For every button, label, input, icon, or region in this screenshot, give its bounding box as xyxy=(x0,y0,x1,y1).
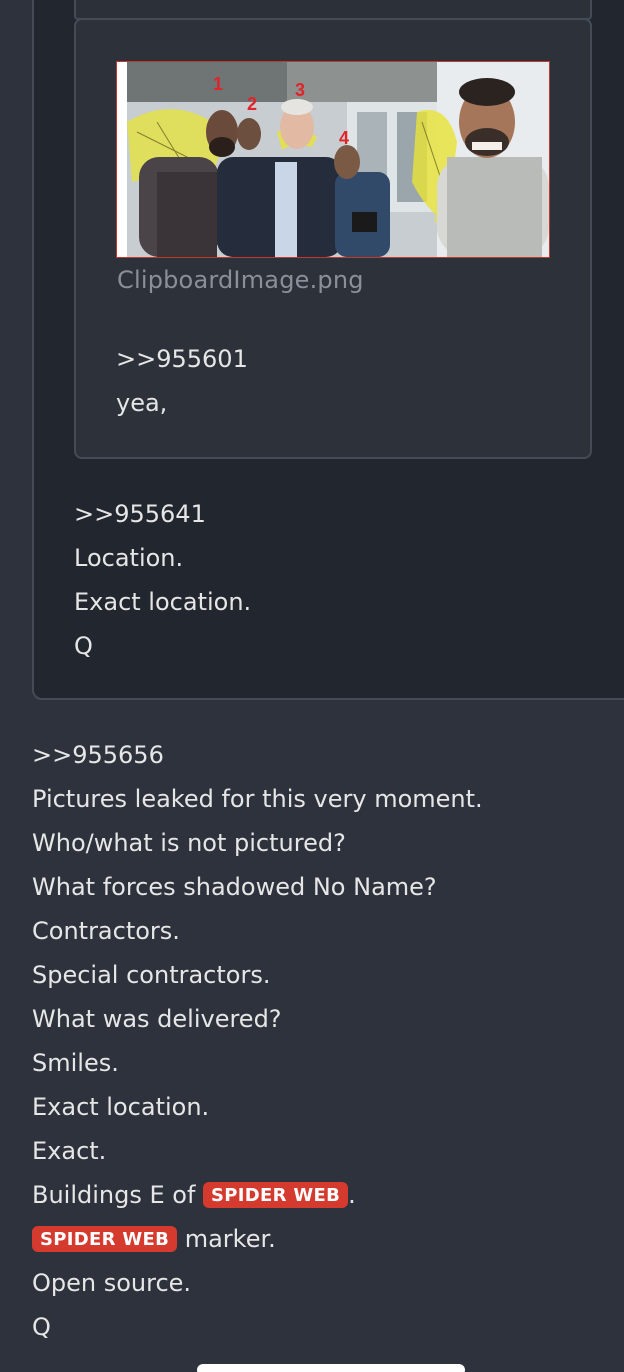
main-post-text-line: Who/what is not pictured? xyxy=(32,829,346,857)
outer-post-signature: Q xyxy=(74,632,93,660)
inner-post-text: yea, xyxy=(116,389,168,417)
annotation-3: 3 xyxy=(295,80,305,100)
post-image-graphic: 1 2 3 4 xyxy=(117,62,549,257)
main-post-signature: Q xyxy=(32,1313,51,1341)
outer-post-text-line: Location. xyxy=(74,544,184,572)
main-post-buildings-line: Buildings E of SPIDER WEB. xyxy=(32,1180,356,1210)
main-post-text-line: What forces shadowed No Name? xyxy=(32,873,437,901)
main-post-marker-line: SPIDER WEB marker. xyxy=(32,1224,276,1254)
main-post-reply-link[interactable]: >>955656 xyxy=(32,740,164,770)
quoted-post-header-strip xyxy=(74,0,592,20)
inner-post-reply-link[interactable]: >>955601 xyxy=(116,344,248,374)
main-post-text-line: Exact location. xyxy=(32,1093,210,1121)
home-indicator[interactable] xyxy=(197,1364,465,1372)
page: 1 2 3 4 ClipboardImage.png >>955601 yea,… xyxy=(0,0,624,1372)
spider-web-badge: SPIDER WEB xyxy=(203,1182,349,1208)
main-post-text-line: Open source. xyxy=(32,1269,192,1297)
outer-post-reply-link[interactable]: >>955641 xyxy=(74,499,206,529)
buildings-suffix: . xyxy=(348,1181,356,1209)
post-image[interactable]: 1 2 3 4 xyxy=(116,61,550,258)
annotation-1: 1 xyxy=(213,74,223,94)
buildings-prefix: Buildings E of xyxy=(32,1181,204,1209)
main-post-text-line: Smiles. xyxy=(32,1049,119,1077)
image-filename-link[interactable]: ClipboardImage.png xyxy=(117,266,364,294)
main-post-text-line: Contractors. xyxy=(32,917,180,945)
main-post-text-line: Pictures leaked for this very moment. xyxy=(32,785,483,813)
spider-web-badge: SPIDER WEB xyxy=(32,1226,178,1252)
main-post-text-line: Exact. xyxy=(32,1137,107,1165)
main-post-text-line: Special contractors. xyxy=(32,961,271,989)
annotation-4: 4 xyxy=(339,128,349,148)
outer-post-text-line: Exact location. xyxy=(74,588,252,616)
marker-suffix: marker. xyxy=(177,1225,276,1253)
main-post-text-line: What was delivered? xyxy=(32,1005,282,1033)
annotation-2: 2 xyxy=(247,94,257,114)
